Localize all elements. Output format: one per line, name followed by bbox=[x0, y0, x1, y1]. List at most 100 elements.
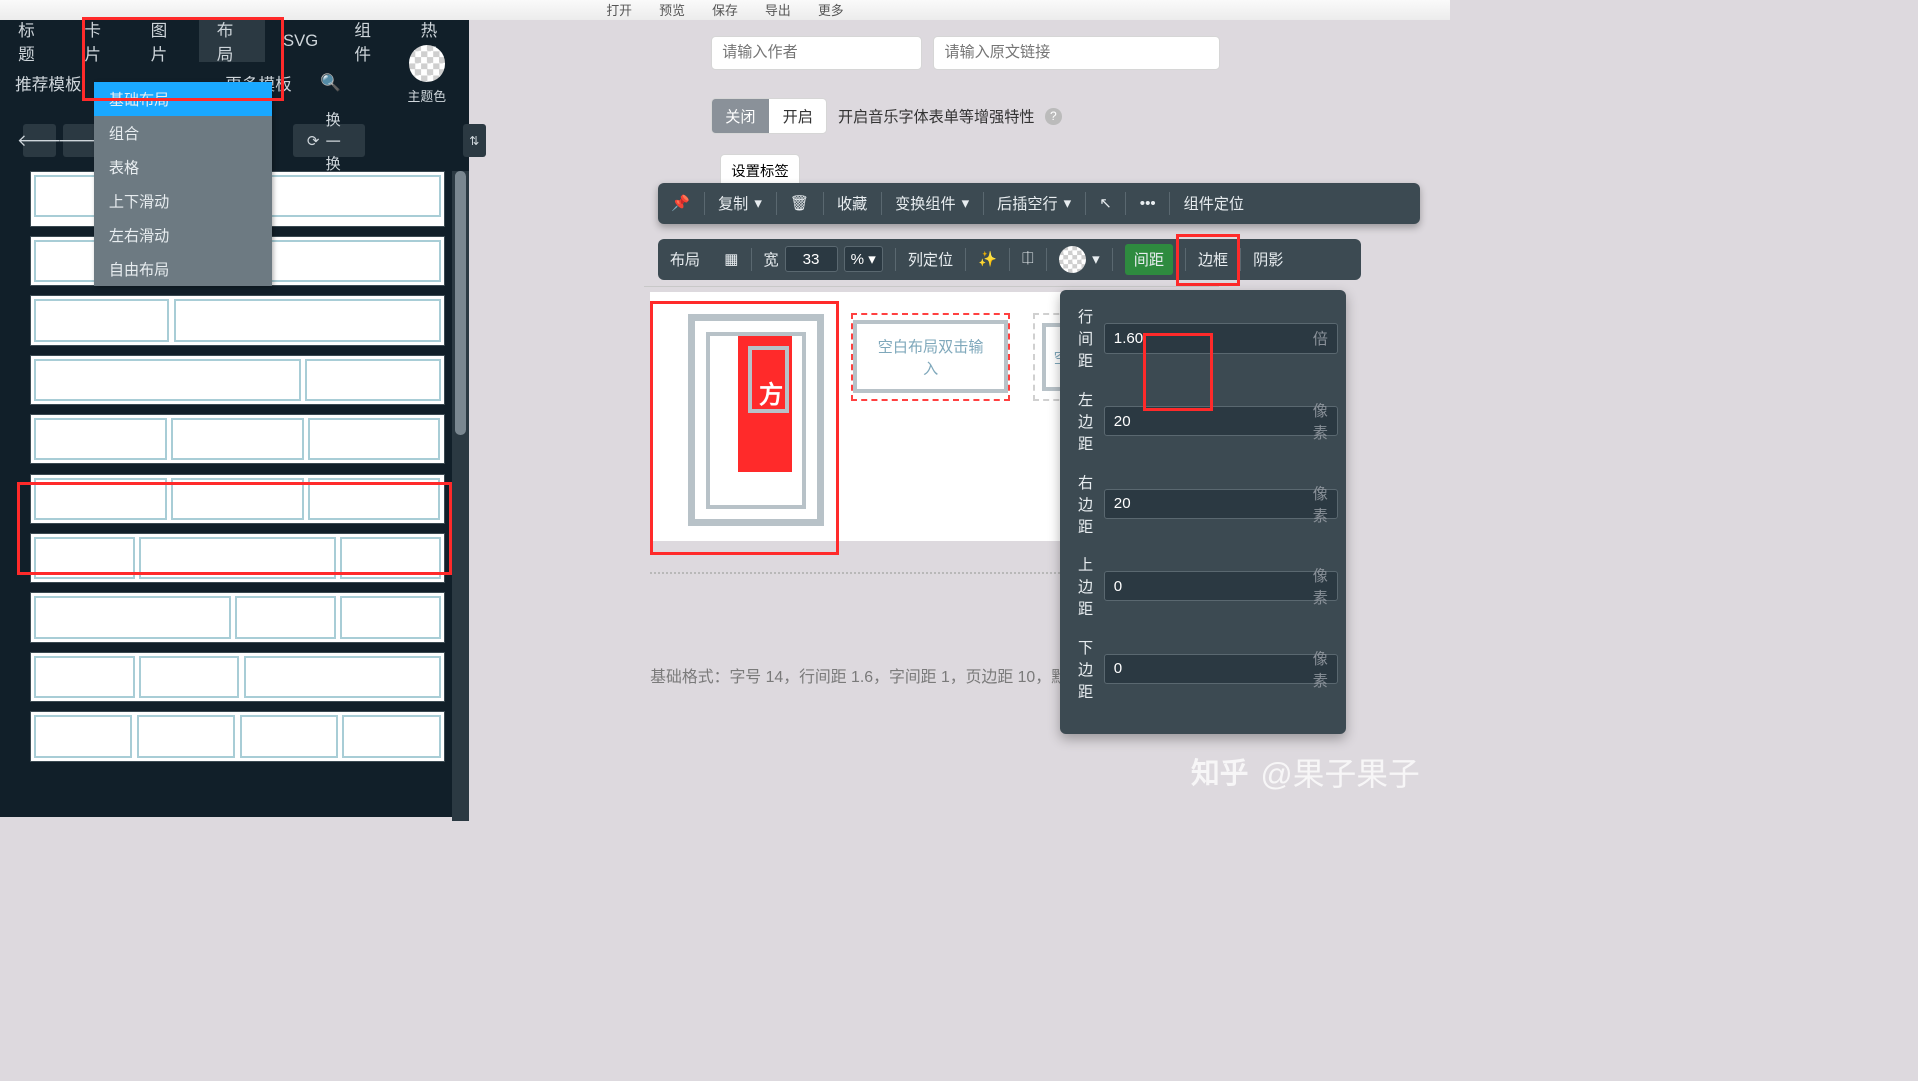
layout-template-3col-c[interactable] bbox=[30, 533, 444, 583]
blank-layout-slot-1[interactable]: 空白布局双击输入 bbox=[851, 313, 1010, 401]
enhance-toggle-row: 关闭 开启 开启音乐字体表单等增强特性 ? bbox=[711, 98, 1062, 134]
insert-blank-button[interactable]: 后插空行 ▾ bbox=[984, 183, 1085, 224]
layout-toolbar: 布局 ▦ 宽 % ▾ 列定位 ✨ ⎅ ▾ 间距 边框 阴影 bbox=[658, 239, 1361, 280]
menu-preview[interactable]: 预览 bbox=[659, 0, 685, 19]
width-input[interactable] bbox=[785, 246, 838, 272]
theme-color-label: 主题色 bbox=[408, 86, 447, 105]
chevron-down-icon: ▾ bbox=[1064, 194, 1072, 212]
format-footer-text: 基础格式：字号 14，行间距 1.6，字间距 1，页边距 10，默认图 bbox=[650, 664, 1099, 687]
line-spacing-input[interactable] bbox=[1114, 330, 1313, 347]
toggle-on-button[interactable]: 开启 bbox=[769, 99, 826, 133]
sparkle-icon[interactable]: ✨ bbox=[966, 239, 1009, 280]
width-unit-button[interactable]: % ▾ bbox=[844, 246, 883, 272]
canvas-divider bbox=[644, 286, 1219, 287]
bottom-margin-unit: 像素 bbox=[1313, 647, 1328, 691]
tab-image[interactable]: 图片 bbox=[132, 20, 198, 62]
watermark-author: @果子果子 bbox=[1261, 749, 1420, 795]
pin-icon[interactable]: 📌 bbox=[658, 183, 704, 224]
layout-template-3col-b[interactable] bbox=[30, 474, 444, 524]
tab-layout[interactable]: 布局 bbox=[199, 20, 265, 62]
help-icon[interactable]: ? bbox=[1045, 108, 1062, 125]
top-margin-label: 上边距 bbox=[1078, 553, 1093, 619]
transform-label: 变换组件 bbox=[895, 192, 955, 214]
dropdown-table[interactable]: 表格 bbox=[94, 150, 272, 184]
top-margin-unit: 像素 bbox=[1313, 564, 1328, 608]
transform-button[interactable]: 变换组件▾ bbox=[882, 183, 983, 224]
watermark: 知乎 @果子果子 bbox=[1191, 749, 1420, 795]
swap-label: 换一换 bbox=[326, 108, 351, 174]
layout-template-2col-b[interactable] bbox=[30, 295, 444, 345]
blank-layout-text: 空白布局双击输入 bbox=[853, 320, 1008, 393]
tab-recommend[interactable]: 推荐模板 bbox=[0, 71, 97, 95]
border-button[interactable]: 边框 bbox=[1186, 239, 1240, 280]
column-position-button[interactable]: 列定位 bbox=[896, 239, 966, 280]
insert-label: 后插空行 bbox=[997, 192, 1057, 214]
trash-icon: 🗑 bbox=[790, 194, 809, 212]
copy-button[interactable]: 复制▾ bbox=[704, 183, 775, 224]
enhance-toggle: 关闭 开启 bbox=[711, 98, 828, 134]
layout-template-3col-d[interactable] bbox=[30, 592, 444, 642]
toggle-off-button[interactable]: 关闭 bbox=[712, 99, 769, 133]
nav-forward-button[interactable]: 🡒 bbox=[63, 124, 96, 157]
line-spacing-label: 行间距 bbox=[1078, 305, 1093, 371]
menu-more[interactable]: 更多 bbox=[818, 0, 844, 19]
right-margin-unit: 像素 bbox=[1313, 482, 1328, 526]
columns-icon[interactable]: ▦ bbox=[712, 239, 750, 280]
tab-svg[interactable]: SVG bbox=[265, 20, 336, 62]
width-section: 宽 % ▾ bbox=[751, 239, 895, 280]
sourcelink-input[interactable] bbox=[933, 36, 1220, 69]
search-icon[interactable]: 🔍 bbox=[320, 73, 341, 93]
scrollbar-thumb[interactable] bbox=[455, 171, 466, 436]
top-margin-input[interactable] bbox=[1114, 578, 1313, 595]
menu-export[interactable]: 导出 bbox=[765, 0, 791, 19]
delete-button[interactable]: 🗑 bbox=[776, 183, 822, 224]
bottom-margin-label: 下边距 bbox=[1078, 636, 1093, 702]
theme-color-swatch bbox=[409, 45, 445, 81]
tab-card[interactable]: 卡片 bbox=[66, 20, 132, 62]
editor-area: 关闭 开启 开启音乐字体表单等增强特性 ? 设置标签 📌 复制▾ 🗑 收藏 变换… bbox=[469, 20, 1450, 818]
dropdown-basic-layout[interactable]: 基础布局 bbox=[94, 82, 272, 116]
layout-template-2col-c[interactable] bbox=[30, 355, 444, 405]
dropdown-free[interactable]: 自由布局 bbox=[94, 252, 272, 286]
spacing-button[interactable]: 间距 bbox=[1113, 239, 1186, 280]
pct-label: % bbox=[851, 251, 864, 268]
zhihu-logo: 知乎 bbox=[1191, 751, 1248, 792]
spacing-panel: 行间距 倍 左边距 像素 右边距 像素 上边距 像素 下边距 像素 bbox=[1060, 290, 1346, 733]
meta-inputs bbox=[711, 36, 1221, 69]
bottom-margin-input[interactable] bbox=[1114, 660, 1313, 677]
shadow-button[interactable]: 阴影 bbox=[1241, 239, 1295, 280]
layout-label: 布局 bbox=[658, 239, 712, 280]
layout-template-4col[interactable] bbox=[30, 711, 444, 761]
right-margin-input[interactable] bbox=[1114, 495, 1313, 512]
bg-pattern-button[interactable]: ▾ bbox=[1047, 239, 1112, 280]
component-toolbar: 📌 复制▾ 🗑 收藏 变换组件▾ 后插空行 ▾ ↖ ••• 组件定位 bbox=[658, 183, 1420, 224]
spacing-label: 间距 bbox=[1125, 244, 1173, 275]
menu-save[interactable]: 保存 bbox=[712, 0, 738, 19]
category-tabs: 标题 卡片 图片 布局 SVG 组件 热门 bbox=[0, 20, 469, 62]
copy-label: 复制 bbox=[718, 192, 748, 214]
locate-button[interactable]: 组件定位 bbox=[1170, 183, 1258, 224]
tab-component[interactable]: 组件 bbox=[336, 20, 402, 62]
theme-color[interactable]: 主题色 bbox=[408, 45, 447, 105]
dropdown-combo[interactable]: 组合 bbox=[94, 116, 272, 150]
dropdown-hscroll[interactable]: 左右滑动 bbox=[94, 218, 272, 252]
layout-dropdown: 基础布局 组合 表格 上下滑动 左右滑动 自由布局 bbox=[94, 82, 272, 287]
checker-icon bbox=[1059, 246, 1086, 273]
right-margin-label: 右边距 bbox=[1078, 471, 1093, 537]
tab-title[interactable]: 标题 bbox=[0, 20, 66, 62]
left-margin-input[interactable] bbox=[1114, 413, 1313, 430]
cursor-icon[interactable]: ↖ bbox=[1086, 183, 1126, 224]
set-tag-button[interactable]: 设置标签 bbox=[720, 154, 801, 186]
line-spacing-unit: 倍 bbox=[1313, 327, 1328, 349]
align-icon[interactable]: ⎅ bbox=[1010, 239, 1046, 280]
menu-open[interactable]: 打开 bbox=[606, 0, 632, 19]
dropdown-vscroll[interactable]: 上下滑动 bbox=[94, 184, 272, 218]
nav-back-button[interactable]: 🡐 bbox=[23, 124, 56, 157]
swap-button[interactable]: ⟳换一换 bbox=[293, 124, 364, 157]
layout-template-3col[interactable] bbox=[30, 414, 444, 464]
more-menu-icon[interactable]: ••• bbox=[1126, 183, 1169, 224]
layout-template-3col-e[interactable] bbox=[30, 652, 444, 702]
refresh-icon: ⟳ bbox=[307, 132, 320, 150]
author-input[interactable] bbox=[711, 36, 923, 69]
favorite-button[interactable]: 收藏 bbox=[823, 183, 880, 224]
